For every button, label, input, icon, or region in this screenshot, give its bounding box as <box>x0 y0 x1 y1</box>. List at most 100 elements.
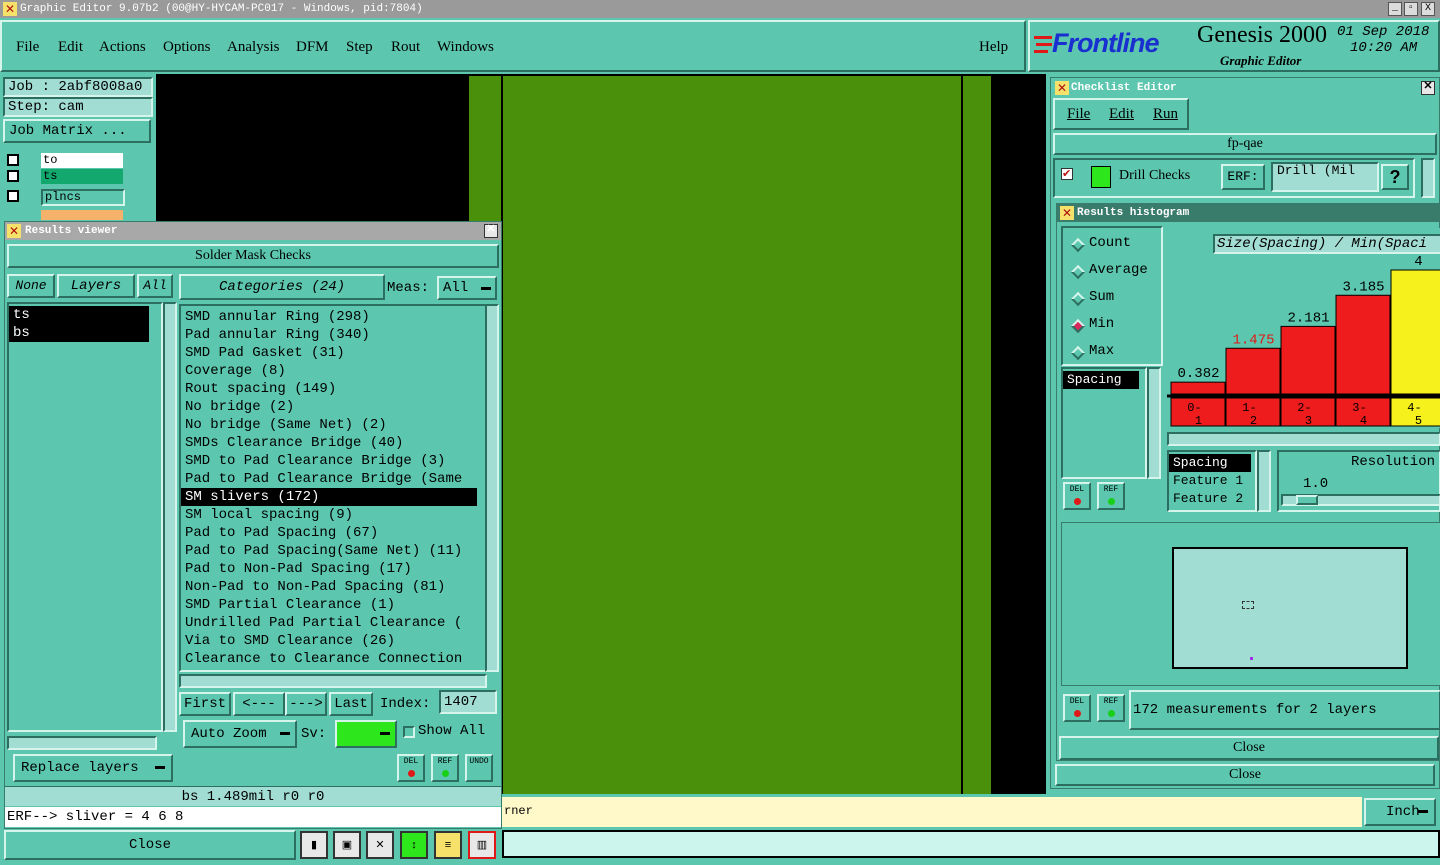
prev-button[interactable]: <--- <box>233 692 285 716</box>
index-input[interactable]: 1407 <box>439 690 497 714</box>
layer-checkbox[interactable] <box>7 170 19 182</box>
category-row[interactable]: Pad annular Ring (340) <box>181 326 370 344</box>
measurement-scrollbar[interactable] <box>1147 367 1161 479</box>
category-row[interactable]: SM local spacing (9) <box>181 506 353 524</box>
category-row[interactable]: SMD Partial Clearance (1) <box>181 596 395 614</box>
layer-item-plncs[interactable]: plncs <box>41 189 125 206</box>
erf-label-button[interactable]: ERF: <box>1221 164 1265 190</box>
category-row[interactable]: Non-Pad to Non-Pad Spacing (81) <box>181 578 445 596</box>
layer-row-bs[interactable]: bs <box>9 324 149 342</box>
auto-zoom-dropdown[interactable]: Auto Zoom <box>183 720 297 748</box>
results-viewer-close-button[interactable]: Close <box>4 830 296 860</box>
measure-icon[interactable]: ↕ <box>400 831 428 859</box>
command-line[interactable] <box>502 830 1440 858</box>
menu-edit[interactable]: Edit <box>58 22 83 72</box>
layer-item-ts[interactable]: ts <box>41 169 123 184</box>
layer-checkbox[interactable] <box>7 190 19 202</box>
close-icon[interactable]: ✕ <box>484 224 498 238</box>
none-button[interactable]: None <box>7 274 55 298</box>
resolution-slider[interactable] <box>1281 494 1440 506</box>
category-row[interactable]: SMD annular Ring (298) <box>181 308 370 326</box>
report-icon[interactable]: ▣ <box>333 831 361 859</box>
categories-button[interactable]: Categories (24) <box>179 274 385 300</box>
radio-max[interactable] <box>1070 345 1086 361</box>
action-name[interactable]: Drill Checks <box>1119 168 1190 184</box>
radio-count[interactable] <box>1070 237 1086 253</box>
categories-scrollbar[interactable] <box>485 304 499 672</box>
category-row[interactable]: Pad to Pad Clearance Bridge (Same <box>181 470 462 488</box>
minimize-button[interactable]: _ <box>1388 2 1402 16</box>
menu-analysis[interactable]: Analysis <box>227 22 280 72</box>
category-row[interactable]: Via to SMD Clearance (26) <box>181 632 395 650</box>
layer-item-to[interactable]: to <box>41 153 123 168</box>
checklist-menu-file[interactable]: File <box>1067 106 1090 123</box>
checklist-close-button[interactable]: Close <box>1055 764 1435 786</box>
layer-checkbox[interactable] <box>7 154 19 166</box>
category-row[interactable]: No bridge (Same Net) (2) <box>181 416 387 434</box>
category-row[interactable]: Coverage (8) <box>181 362 286 380</box>
first-button[interactable]: First <box>179 692 231 716</box>
maximize-button[interactable]: ▫ <box>1404 2 1418 16</box>
category-row[interactable]: SMD to Pad Clearance Bridge (3) <box>181 452 445 470</box>
layers-button[interactable]: Layers <box>57 274 135 298</box>
menu-windows[interactable]: Windows <box>437 22 494 72</box>
checklist-scrollbar[interactable] <box>1421 158 1435 198</box>
preview-del-button[interactable]: DEL <box>1063 694 1091 722</box>
menu-step[interactable]: Step <box>346 22 373 72</box>
category-row[interactable]: No bridge (2) <box>181 398 294 416</box>
category-row[interactable]: Pad to Pad Spacing (67) <box>181 524 378 542</box>
menu-actions[interactable]: Actions <box>99 22 146 72</box>
category-row[interactable]: SMDs Clearance Bridge (40) <box>181 434 403 452</box>
category-row[interactable]: Undrilled Pad Partial Clearance ( <box>181 614 462 632</box>
category-row[interactable]: SMD Pad Gasket (31) <box>181 344 345 362</box>
radio-sum[interactable] <box>1070 291 1086 307</box>
layer-item-partial[interactable] <box>41 210 123 220</box>
sort-row-spacing[interactable]: Spacing <box>1169 454 1251 472</box>
meas-dropdown[interactable]: All <box>437 276 497 300</box>
ref-button[interactable]: REF <box>431 754 459 782</box>
notes-icon[interactable]: ≡ <box>434 831 462 859</box>
sort-scrollbar[interactable] <box>1257 450 1271 512</box>
close-icon[interactable]: ✕ <box>1421 81 1435 95</box>
results-icon[interactable]: ▮ <box>300 831 328 859</box>
all-button[interactable]: All <box>137 274 173 298</box>
resolution-slider-thumb[interactable] <box>1296 495 1318 505</box>
category-row[interactable]: Pad to Pad Spacing(Same Net) (11) <box>181 542 462 560</box>
menu-rout[interactable]: Rout <box>391 22 420 72</box>
next-button[interactable]: ---> <box>285 692 327 716</box>
category-row[interactable]: Pad to Non-Pad Spacing (17) <box>181 560 412 578</box>
menu-help[interactable]: Help <box>979 22 1008 72</box>
layers-hscrollbar[interactable] <box>7 736 157 750</box>
radio-min[interactable] <box>1070 318 1086 334</box>
units-dropdown[interactable]: Inch <box>1364 798 1436 826</box>
sv-color-dropdown[interactable] <box>335 720 397 748</box>
sort-row-feature2[interactable]: Feature 2 <box>1169 490 1243 508</box>
erf-value-field[interactable]: Drill (Mil <box>1271 162 1379 192</box>
menu-options[interactable]: Options <box>163 22 211 72</box>
chart-hscrollbar[interactable] <box>1167 432 1440 446</box>
category-row[interactable]: Rout spacing (149) <box>181 380 336 398</box>
checklist-menu-edit[interactable]: Edit <box>1109 106 1134 123</box>
menu-file[interactable]: File <box>16 22 39 72</box>
sort-row-feature1[interactable]: Feature 1 <box>1169 472 1243 490</box>
last-button[interactable]: Last <box>329 692 373 716</box>
show-all-checkbox[interactable] <box>403 726 415 738</box>
histogram-close-button[interactable]: Close <box>1059 736 1439 760</box>
categories-hscrollbar[interactable] <box>179 674 487 688</box>
del-button[interactable]: DEL <box>397 754 425 782</box>
histogram-icon[interactable]: ▥ <box>468 831 496 859</box>
category-row-selected[interactable]: SM slivers (172) <box>181 488 477 506</box>
help-button[interactable]: ? <box>1381 164 1409 190</box>
histogram-ref-button[interactable]: REF <box>1097 482 1125 510</box>
radio-average[interactable] <box>1070 264 1086 280</box>
menu-dfm[interactable]: DFM <box>296 22 329 72</box>
action-checkbox[interactable]: ✔ <box>1061 168 1073 180</box>
undo-button[interactable]: UNDO <box>465 754 493 782</box>
replace-layers-dropdown[interactable]: Replace layers <box>13 754 173 782</box>
preview-ref-button[interactable]: REF <box>1097 694 1125 722</box>
histogram-del-button[interactable]: DEL <box>1063 482 1091 510</box>
erf-icon[interactable]: ✕ <box>366 831 394 859</box>
layer-row-ts[interactable]: ts <box>9 306 149 324</box>
measurement-row-spacing[interactable]: Spacing <box>1063 371 1139 389</box>
category-row[interactable]: Clearance to Clearance Connection <box>181 650 462 668</box>
